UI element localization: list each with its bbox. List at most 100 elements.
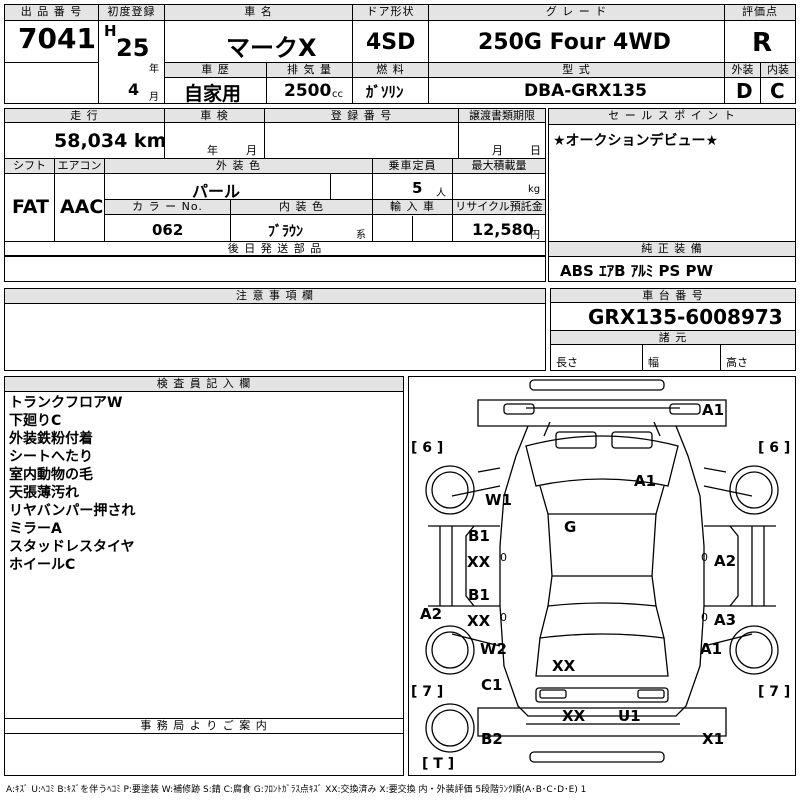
tire-tread-rear-right: [ 7 ] (758, 684, 791, 700)
remark-line: 外装鉄粉付着 (9, 431, 93, 447)
chassis-number: GRX135-6008973 (588, 305, 783, 329)
aircon-header: エアコン (55, 159, 104, 174)
max-load-header: 最大積載量 (453, 159, 545, 174)
vehicle-history: 自家用 (184, 83, 242, 105)
remark-line: シートへたり (9, 449, 93, 465)
equipment-header: 純 正 装 備 (549, 242, 795, 257)
sales-point: ★オークションデビュー★ (553, 133, 719, 149)
plate-header: 登 録 番 号 (265, 109, 458, 123)
damage-mark: B1 (468, 527, 490, 545)
tire-tread-front-left: [ 6 ] (411, 440, 444, 456)
tire-tread-rear-left: [ 7 ] (411, 684, 444, 700)
inspection-month-unit: 月 (246, 144, 257, 157)
grade-header: グ レ ー ド (429, 5, 724, 21)
height-label: 高さ (726, 356, 748, 369)
recycle-unit: 円 (530, 230, 540, 241)
damage-mark: U1 (618, 707, 641, 725)
first-registration-header: 初度登録 (99, 5, 164, 21)
color-number-header: カ ラ ー No. (105, 200, 230, 215)
specs-header: 諸 元 (551, 331, 795, 345)
damage-mark: W2 (480, 640, 507, 658)
inspection-header: 車 検 (165, 109, 264, 123)
exterior-grade: D (736, 79, 753, 103)
damage-mark: XX (467, 553, 491, 571)
damage-mark: B2 (481, 730, 503, 748)
remark-line: ホイールC (9, 557, 76, 573)
displacement-unit: cc (332, 89, 343, 100)
color-number: 062 (152, 221, 184, 239)
recycle-header: リサイクル預託金 (453, 200, 545, 215)
month-unit: 月 (149, 92, 159, 103)
score-header: 評価点 (725, 5, 795, 21)
transfer-day-unit: 日 (530, 144, 541, 157)
exterior-header: 外装 (725, 63, 760, 78)
model-header: 型 式 (429, 63, 724, 78)
remark-line: スタッドレスタイヤ (9, 539, 135, 555)
door-type: 4SD (366, 30, 416, 55)
lot-number: 7041 (18, 22, 96, 55)
gauge-zero: 0 (500, 551, 507, 564)
later-parts-header: 後 日 発 送 部 品 (5, 242, 545, 256)
gauge-zero: 0 (500, 611, 507, 624)
interior-color: ﾌﾞﾗｳﾝ (268, 224, 303, 240)
history-header: 車 歴 (165, 63, 266, 78)
interior-grade: C (770, 79, 785, 103)
transfer-deadline-header: 譲渡書類期限 (459, 109, 545, 123)
era-code: H (104, 22, 117, 40)
capacity-unit: 人 (436, 188, 446, 199)
equipment: ABS ｴｱB ｱﾙﾐ PS PW (560, 262, 714, 280)
spare-tire: [ T ] (422, 756, 455, 772)
remark-line: 下廻りC (9, 413, 62, 429)
remark-line: 天張薄汚れ (9, 485, 79, 501)
inspector-header: 検 査 員 記 入 欄 (5, 377, 403, 392)
tire-tread-front-right: [ 6 ] (758, 440, 791, 456)
aircon-type: AAC (60, 196, 104, 218)
inspector-remarks: トランクフロアW 下廻りC 外装鉄粉付着 シートへたり 室内動物の毛 天張薄汚れ… (9, 394, 135, 574)
recycle-fee: 12,580 (472, 220, 534, 239)
remark-line: ミラーA (9, 521, 62, 537)
damage-mark: A1 (700, 640, 723, 658)
seating-capacity: 5 (412, 179, 423, 197)
mileage: 58,034 km (54, 130, 167, 152)
chassis-header: 車 台 番 号 (551, 289, 795, 303)
interior-color-suffix: 系 (356, 230, 366, 241)
damage-legend: A:ｷｽﾞ U:ﾍｺﾐ B:ｷｽﾞを伴うﾍｺﾐ P:要塗装 W:補修跡 S:錆 … (6, 785, 587, 795)
damage-mark: A2 (420, 605, 443, 623)
damage-mark: A2 (714, 552, 737, 570)
damage-mark: XX (562, 707, 586, 725)
gauge-zero: 0 (701, 611, 708, 624)
damage-mark: X1 (702, 730, 725, 748)
damage-mark: XX (552, 657, 576, 675)
damage-mark: B1 (468, 586, 490, 604)
notes-header: 注 意 事 項 欄 (5, 289, 545, 304)
registration-month: 4 (128, 80, 140, 99)
year-unit: 年 (149, 64, 159, 75)
fuel-type: ｶﾞｿﾘﾝ (366, 83, 404, 101)
car-name: マークX (226, 34, 317, 62)
shift-header: シフト (5, 159, 54, 174)
length-label: 長さ (556, 356, 578, 369)
sales-point-header: セ ー ル ス ポ イ ン ト (549, 109, 795, 125)
overall-score: R (752, 28, 773, 58)
remark-line: 室内動物の毛 (9, 467, 93, 483)
lot-number-header: 出 品 番 号 (5, 5, 98, 21)
car-name-header: 車 名 (165, 5, 352, 21)
damage-mark: G (564, 518, 577, 536)
capacity-header: 乗車定員 (373, 159, 452, 174)
model-code: DBA-GRX135 (524, 81, 647, 101)
door-header: ドア形状 (353, 5, 428, 21)
inspection-year-unit: 年 (207, 144, 218, 157)
damage-mark: A1 (702, 401, 725, 419)
shift-type: FAT (12, 196, 49, 218)
damage-mark: C1 (481, 676, 503, 694)
mileage-header: 走 行 (5, 109, 164, 123)
width-label: 幅 (648, 356, 659, 369)
interior-header: 内装 (761, 63, 795, 78)
car-outline-diagram (425, 379, 779, 763)
gauge-zero: 0 (701, 551, 708, 564)
fuel-header: 燃 料 (353, 63, 428, 78)
office-notice-header: 事 務 局 よ り ご 案 内 (5, 719, 403, 734)
grade: 250G Four 4WD (478, 30, 671, 55)
load-unit: kg (528, 184, 541, 195)
damage-mark: A3 (714, 611, 737, 629)
